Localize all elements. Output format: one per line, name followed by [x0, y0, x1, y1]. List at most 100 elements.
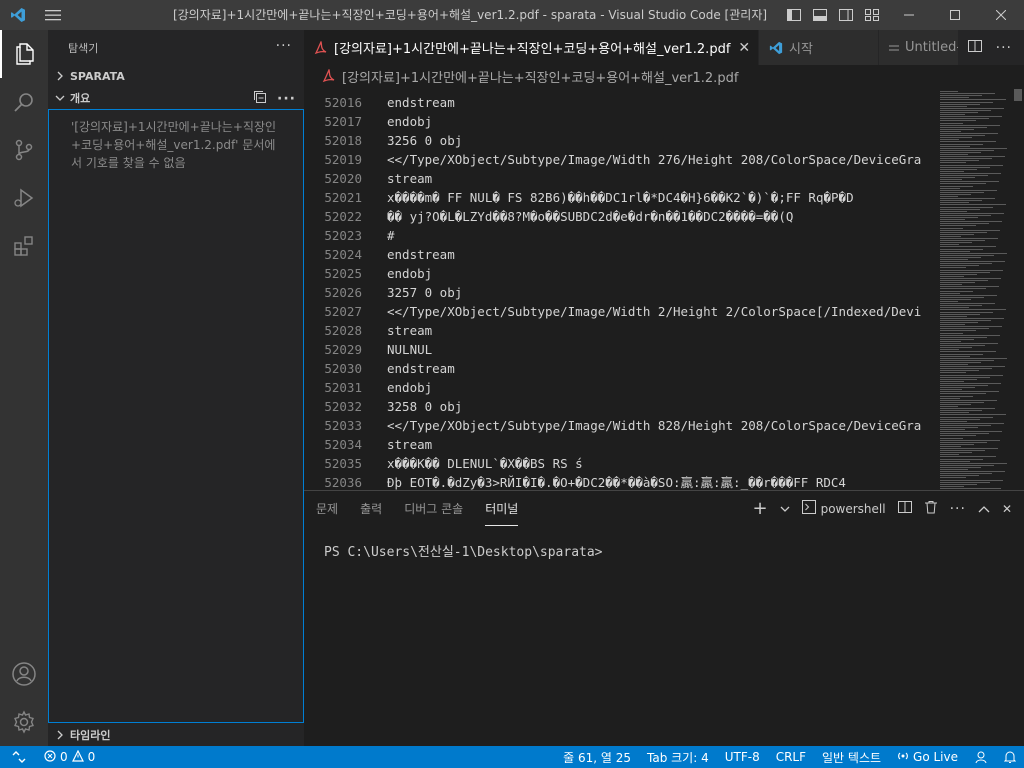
- code-line[interactable]: 52029 NULNUL: [304, 340, 934, 359]
- customize-layout-icon[interactable]: [864, 7, 880, 23]
- line-text: endobj: [387, 380, 433, 395]
- code-line[interactable]: 52024 endstream: [304, 245, 934, 264]
- feedback-icon[interactable]: [974, 750, 988, 764]
- tab-size[interactable]: Tab 크기: 4: [647, 749, 709, 766]
- code-line[interactable]: 52018 3256 0 obj: [304, 131, 934, 150]
- terminal-shell-selector[interactable]: powershell: [801, 500, 886, 517]
- pdf-icon: [322, 69, 336, 83]
- split-editor-icon[interactable]: [967, 39, 982, 56]
- code-line[interactable]: 52022 �� yj?O�L�LZYd��8?M�o��SUBDC2d�e�dr…: [304, 207, 934, 226]
- remote-icon[interactable]: [4, 746, 34, 768]
- minimap-line: [940, 469, 968, 470]
- end-of-line[interactable]: CRLF: [776, 750, 806, 764]
- minimap-line: [940, 374, 1003, 376]
- panel-more-icon[interactable]: ···: [950, 501, 966, 517]
- code-line[interactable]: 52036 Ðþ EOT�.�dZy�3>RЙI�I�.�O+�DC2��*��à…: [304, 473, 934, 490]
- new-terminal-icon[interactable]: +: [752, 498, 767, 519]
- code-line[interactable]: 52027 <</Type/XObject/Subtype/Image/Width…: [304, 302, 934, 321]
- source-control-icon[interactable]: [0, 126, 48, 174]
- toggle-panel-icon[interactable]: [812, 7, 828, 23]
- tab-pdf-file[interactable]: [강의자료]+1시간만에+끝나는+직장인+코딩+용어+해설_ver1.2.pdf…: [304, 30, 759, 65]
- line-text: endobj: [387, 266, 433, 281]
- minimap-line: [940, 387, 975, 389]
- line-text: NULNUL: [387, 342, 433, 357]
- go-live-button[interactable]: Go Live: [897, 750, 958, 765]
- outline-section-header[interactable]: 개요 ···: [48, 87, 304, 109]
- language-mode[interactable]: 일반 텍스트: [822, 749, 881, 766]
- terminal-prompt[interactable]: PS C:\Users\전산실-1\Desktop\sparata>: [324, 541, 603, 560]
- minimap-line: [940, 187, 960, 189]
- maximize-panel-icon[interactable]: [978, 502, 990, 516]
- minimap-line: [940, 368, 992, 370]
- editor-area[interactable]: 52016 endstream 52017 endobj 52018 3256 0 obj…: [304, 87, 1024, 490]
- run-debug-icon[interactable]: [0, 174, 48, 222]
- code-line[interactable]: 52025 endobj: [304, 264, 934, 283]
- scrollbar-thumb[interactable]: [1014, 89, 1022, 101]
- minimap-line: [940, 166, 990, 168]
- line-number: 52023: [324, 228, 362, 243]
- close-window-button[interactable]: [978, 0, 1024, 30]
- minimap-line: [940, 372, 966, 374]
- split-terminal-icon[interactable]: [897, 500, 912, 517]
- code-line[interactable]: 52020 stream: [304, 169, 934, 188]
- toggle-sidebar-icon[interactable]: [786, 7, 802, 23]
- minimap-line: [940, 275, 964, 277]
- minimap-line: [940, 305, 982, 307]
- tab-debug-console[interactable]: 디버그 콘솔: [404, 491, 463, 526]
- code-line[interactable]: 52023 #: [304, 226, 934, 245]
- minimap-line: [940, 210, 967, 212]
- breadcrumb[interactable]: [강의자료]+1시간만에+끝나는+직장인+코딩+용어+해설_ver1.2.pdf: [304, 65, 1024, 87]
- code-line[interactable]: 52033 <</Type/XObject/Subtype/Image/Width…: [304, 416, 934, 435]
- chevron-down-icon[interactable]: [780, 502, 790, 516]
- minimize-button[interactable]: [886, 0, 932, 30]
- editor-more-icon[interactable]: ···: [996, 40, 1012, 56]
- code-line[interactable]: 52019 <</Type/XObject/Subtype/Image/Width…: [304, 150, 934, 169]
- minimap-line: [940, 126, 987, 128]
- extensions-icon[interactable]: [0, 222, 48, 270]
- minimap-line: [940, 313, 980, 315]
- tab-terminal[interactable]: 터미널: [485, 491, 519, 526]
- collapse-all-icon[interactable]: [253, 90, 267, 107]
- code-line[interactable]: 52017 endobj: [304, 112, 934, 131]
- code-line[interactable]: 52028 stream: [304, 321, 934, 340]
- close-tab-icon[interactable]: ✕: [738, 40, 750, 56]
- code-line[interactable]: 52031 endobj: [304, 378, 934, 397]
- encoding[interactable]: UTF-8: [725, 750, 760, 764]
- editor-scrollbar[interactable]: [1012, 87, 1024, 490]
- code-line[interactable]: 52032 3258 0 obj: [304, 397, 934, 416]
- code-line[interactable]: 52034 stream: [304, 435, 934, 454]
- explorer-icon[interactable]: [0, 30, 48, 78]
- tab-problems[interactable]: 문제: [316, 491, 338, 526]
- code-line[interactable]: 52026 3257 0 obj: [304, 283, 934, 302]
- code-line[interactable]: 52035 x���K�� DLENUL`�X��BS RS ś: [304, 454, 934, 473]
- accounts-icon[interactable]: [0, 650, 48, 698]
- line-text: endobj: [387, 114, 433, 129]
- line-text: endstream: [387, 95, 455, 110]
- minimap-line: [940, 483, 977, 485]
- folder-section-sparata[interactable]: SPARATA: [48, 65, 304, 87]
- maximize-button[interactable]: [932, 0, 978, 30]
- code-line[interactable]: 52021 x����m� FF NUL� FS 82B6)��h��DC1rl�…: [304, 188, 934, 207]
- manage-gear-icon[interactable]: [0, 698, 48, 746]
- tab-welcome[interactable]: 시작: [759, 30, 879, 65]
- timeline-section-header[interactable]: 타임라인: [48, 724, 304, 746]
- toggle-secondary-sidebar-icon[interactable]: [838, 7, 854, 23]
- minimap-line: [940, 158, 992, 160]
- cursor-position[interactable]: 줄 61, 열 25: [563, 749, 631, 766]
- minimap[interactable]: [936, 87, 1012, 490]
- minimap-line: [940, 406, 958, 407]
- close-panel-icon[interactable]: ✕: [1002, 502, 1012, 516]
- notifications-bell-icon[interactable]: [1004, 750, 1016, 764]
- search-icon[interactable]: [0, 78, 48, 126]
- outline-more-icon[interactable]: ···: [277, 91, 296, 107]
- minimap-line: [940, 319, 991, 321]
- menu-icon[interactable]: [36, 0, 70, 30]
- more-actions-icon[interactable]: ···: [276, 38, 292, 54]
- code-line[interactable]: 52016 endstream: [304, 93, 934, 112]
- problems-status[interactable]: 0 0: [44, 749, 95, 765]
- tab-untitled[interactable]: Untitled-: [879, 30, 959, 65]
- code-line[interactable]: 52030 endstream: [304, 359, 934, 378]
- tab-output[interactable]: 출력: [360, 491, 382, 526]
- trash-icon[interactable]: [924, 500, 938, 517]
- minimap-line: [940, 286, 999, 288]
